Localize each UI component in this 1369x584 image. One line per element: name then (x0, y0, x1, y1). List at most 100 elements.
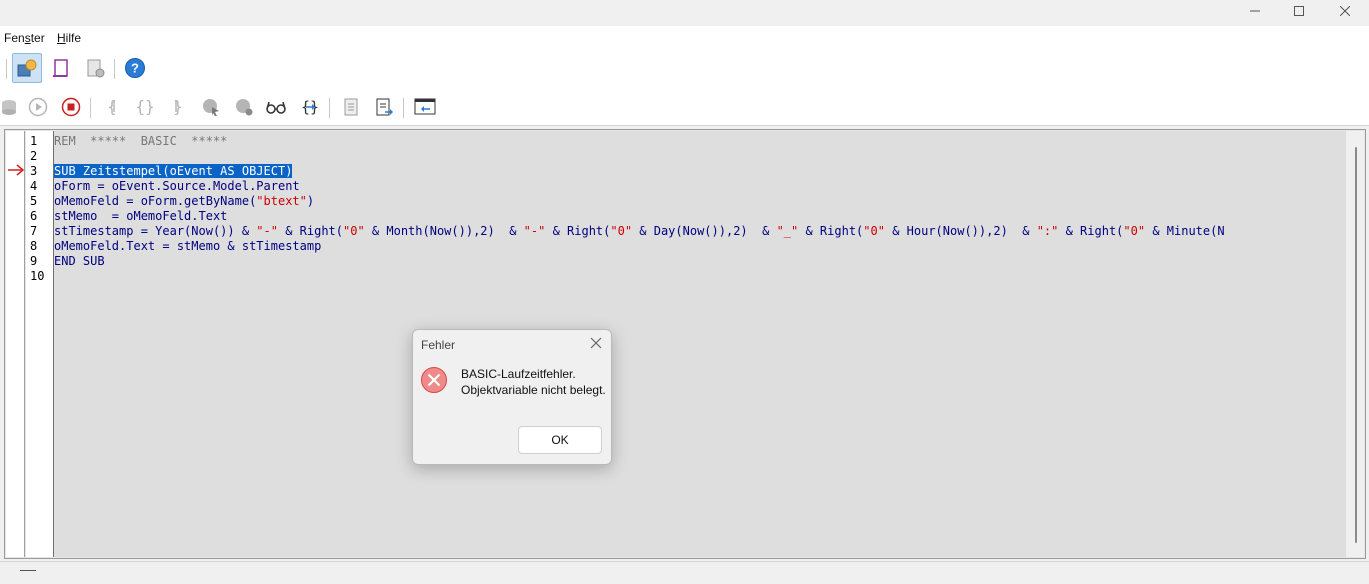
code-token: & Right( (545, 224, 611, 238)
dialog-message: BASIC-Laufzeitfehler. Objektvariable nic… (461, 367, 606, 397)
basic-editor: 1 2 3 4 5 6 7 8 9 10 REM ***** BASIC ***… (4, 129, 1366, 559)
toolbar-separator (329, 98, 330, 118)
line-number: 2 (30, 149, 38, 163)
code-line: oMemoFeld.Text = stMemo & stTimestamp (54, 239, 322, 253)
export-basic-icon (376, 98, 393, 116)
line-number: 6 (30, 209, 38, 223)
tab-bar-handle[interactable] (20, 570, 36, 571)
code-token: & Minute(N (1145, 224, 1225, 238)
string-literal: ":" (1036, 224, 1059, 238)
standard-toolbar: ? (0, 49, 1369, 89)
import-basic-button[interactable] (336, 92, 366, 122)
error-dialog: Fehler BASIC-Laufzeitfehler. Objektvaria… (412, 329, 612, 465)
manage-breakpoints-icon (236, 99, 253, 116)
code-line: END SUB (54, 254, 105, 268)
svg-text:}: } (173, 97, 183, 116)
code-token: ) (306, 194, 315, 208)
code-editor[interactable]: REM ***** BASIC ***** SUB Zeitstempel(oE… (54, 131, 1346, 557)
status-bar (0, 561, 1369, 584)
module-manage-icon (87, 59, 105, 78)
code-token: & Right( (1058, 224, 1124, 238)
minimize-icon (1250, 10, 1260, 12)
code-token: & Right( (277, 224, 344, 238)
compile-button[interactable] (0, 92, 24, 122)
svg-text:{: { (107, 97, 117, 116)
minimize-button[interactable] (1232, 0, 1278, 22)
close-window-button[interactable] (1322, 0, 1368, 22)
breakpoint-button[interactable] (196, 92, 226, 122)
code-line: stTimestamp = Year(Now()) & "-" & Right(… (54, 224, 1225, 239)
scrollbar-thumb[interactable] (1355, 147, 1357, 543)
string-literal: "0" (1123, 224, 1146, 238)
menu-hilfe[interactable]: Hilfe (57, 31, 81, 45)
step-into-button[interactable]: { (97, 92, 127, 122)
manage-breakpoints-button[interactable] (229, 92, 259, 122)
maximize-icon (1294, 6, 1304, 16)
toolbar-separator (114, 59, 115, 79)
object-catalog-braces-icon: {} (301, 98, 319, 116)
selected-code-text: SUB Zeitstempel(oEvent AS OBJECT) (54, 164, 293, 178)
help-button[interactable]: ? (120, 53, 150, 83)
object-catalog-icon (17, 59, 37, 77)
toolbar-separator (90, 98, 91, 118)
line-number: 3 (30, 164, 38, 178)
code-token: oMemoFeld = oForm.getByName( (54, 194, 257, 208)
ok-button[interactable]: OK (518, 426, 602, 454)
line-number: 4 (30, 179, 38, 193)
string-literal: "_" (776, 224, 799, 238)
toolbar-separator (403, 98, 404, 118)
close-icon[interactable] (589, 336, 603, 350)
string-literal: "-" (256, 224, 278, 238)
compile-icon (2, 100, 16, 115)
module-manage-button[interactable] (80, 53, 110, 83)
insert-dialog-button[interactable] (410, 92, 440, 122)
export-basic-button[interactable] (369, 92, 399, 122)
stop-icon (61, 97, 81, 117)
code-line: stMemo = oMemoFeld.Text (54, 209, 228, 223)
string-literal: "0" (610, 224, 633, 238)
code-token: stTimestamp = Year(Now()) & (54, 224, 257, 238)
stop-button[interactable] (56, 92, 86, 122)
run-button[interactable] (23, 92, 53, 122)
dialog-title: Fehler (421, 338, 456, 352)
svg-text:{}: {} (135, 97, 154, 116)
watch-icon (266, 101, 286, 114)
run-icon (28, 97, 48, 117)
object-catalog-button[interactable] (12, 53, 42, 83)
object-catalog-braces-button[interactable]: {} (295, 92, 325, 122)
breakpoint-icon (203, 99, 219, 116)
line-number: 5 (30, 194, 38, 208)
vertical-scrollbar[interactable] (1346, 131, 1364, 557)
code-token: & Right( (798, 224, 864, 238)
line-number: 9 (30, 254, 38, 268)
string-literal: "-" (523, 224, 546, 238)
step-out-icon: } (173, 97, 183, 116)
code-token: & Month(Now()),2) & (364, 224, 524, 238)
import-basic-icon (344, 98, 358, 116)
error-icon (421, 367, 447, 393)
line-number: 8 (30, 239, 38, 253)
breakpoint-gutter[interactable] (6, 131, 25, 557)
current-line-arrow-icon (8, 164, 25, 176)
macro-toolbar: { {} } {} (0, 89, 1369, 126)
toolbar-separator (6, 59, 7, 79)
menu-fenster[interactable]: Fenster (4, 31, 45, 45)
string-literal: "btext" (256, 194, 307, 208)
line-number: 10 (30, 269, 45, 283)
code-line: oForm = oEvent.Source.Model.Parent (54, 179, 300, 193)
code-line-selected: SUB Zeitstempel(oEvent AS OBJECT) (54, 164, 293, 179)
maximize-button[interactable] (1276, 0, 1322, 22)
line-number: 7 (30, 224, 38, 238)
code-line: oMemoFeld = oForm.getByName("btext") (54, 194, 314, 209)
string-literal: "0" (343, 224, 365, 238)
menu-bar: Fenster Hilfe (0, 26, 1369, 49)
library-icon (53, 59, 68, 77)
library-button[interactable] (46, 53, 76, 83)
step-out-button[interactable]: } (163, 92, 193, 122)
code-line-comment: REM ***** BASIC ***** (54, 134, 228, 148)
step-over-button[interactable]: {} (130, 92, 160, 122)
code-token: & Hour(Now()),2) & (884, 224, 1037, 238)
watch-button[interactable] (261, 92, 291, 122)
step-over-icon: {} (135, 97, 154, 116)
line-number: 1 (30, 134, 38, 148)
